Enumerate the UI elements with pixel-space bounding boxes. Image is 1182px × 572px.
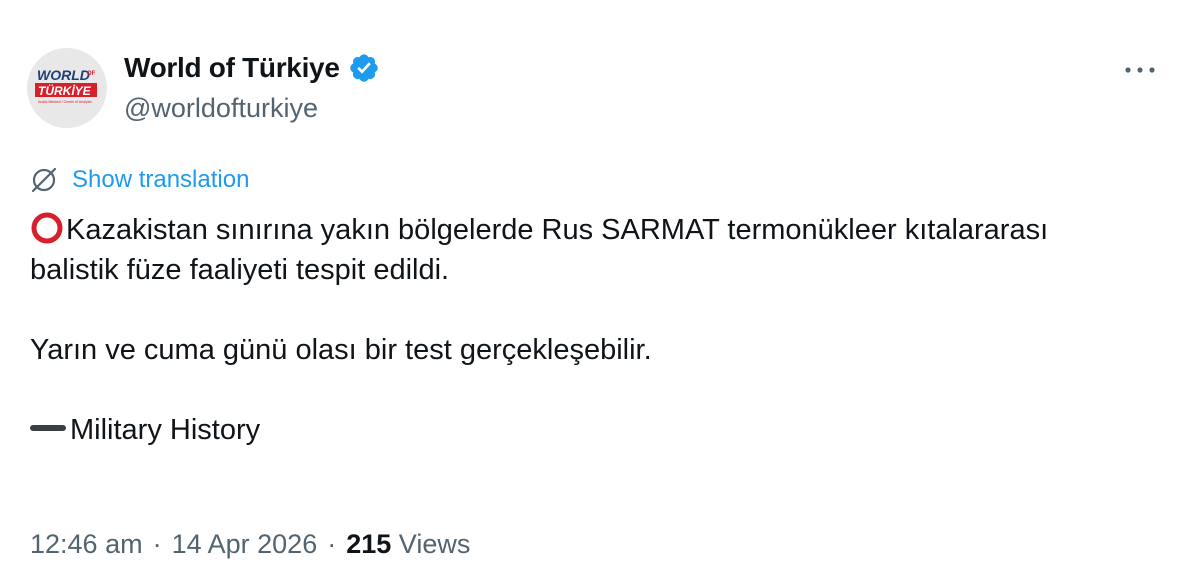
avatar-logo-of: OF: [87, 71, 96, 77]
tweet-paragraph-1: Kazakistan sınırına yakın bölgelerde Rus…: [30, 210, 1140, 290]
tweet-blank-line: [30, 290, 1140, 330]
author-name-text[interactable]: World of Türkiye: [124, 50, 340, 86]
red-circle-emoji-icon: [31, 212, 63, 244]
verified-badge-icon[interactable]: [348, 52, 380, 84]
meta-separator: ·: [327, 529, 337, 559]
tweet-paragraph-1-text: Kazakistan sınırına yakın bölgelerde Rus…: [30, 214, 1049, 286]
author-display-name[interactable]: World of Türkiye: [124, 50, 380, 86]
show-translation-button[interactable]: Show translation: [30, 162, 249, 198]
avatar[interactable]: WORLD OF TÜRKİYE Analiz Merkezi / Center…: [27, 48, 107, 128]
tweet-time[interactable]: 12:46 am: [30, 529, 143, 559]
tweet-date[interactable]: 14 Apr 2026: [172, 529, 318, 559]
tweet-paragraph-3: Military History: [30, 410, 1140, 450]
tweet-text: Kazakistan sınırına yakın bölgelerde Rus…: [30, 210, 1140, 450]
translate-globe-icon: [31, 167, 57, 193]
meta-separator: ·: [152, 529, 162, 559]
author-handle[interactable]: @worldofturkiye: [124, 90, 318, 126]
tweet-meta: 12:46 am · 14 Apr 2026 · 215 Views: [30, 524, 470, 564]
more-horizontal-icon[interactable]: [1120, 54, 1160, 86]
avatar-logo-tagline: Analiz Merkezi / Center of Analysis: [38, 100, 92, 104]
avatar-logo-top: WORLD: [37, 67, 90, 83]
avatar-logo-bottom: TÜRKİYE: [38, 83, 92, 98]
tweet-paragraph-3-text: Military History: [70, 414, 261, 446]
views-label: Views: [398, 529, 471, 559]
show-translation-label[interactable]: Show translation: [72, 166, 249, 194]
world-of-turkiye-logo: WORLD OF TÜRKİYE Analiz Merkezi / Center…: [27, 48, 107, 128]
heavy-dash-emoji-icon: [30, 425, 66, 431]
tweet-paragraph-2: Yarın ve cuma günü olası bir test gerçek…: [30, 334, 652, 366]
tweet-blank-line: [30, 370, 1140, 410]
views-count: 215: [346, 529, 392, 559]
